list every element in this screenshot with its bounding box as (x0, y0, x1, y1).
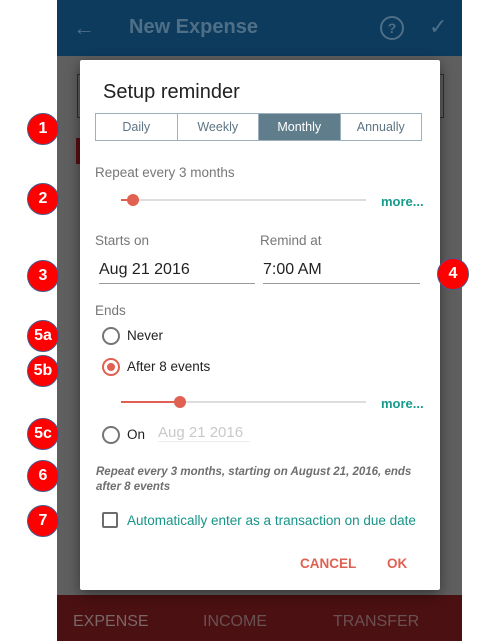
annotation-badge-5c: 5c (27, 418, 59, 450)
repeat-more-link[interactable]: more... (381, 194, 424, 209)
back-arrow-icon[interactable]: ← (73, 14, 95, 42)
events-slider[interactable] (121, 396, 366, 408)
ends-on-date-field: Aug 21 2016 (158, 424, 250, 442)
frequency-annually[interactable]: Annually (341, 114, 422, 140)
annotation-badge-3: 3 (27, 260, 59, 292)
ends-after-label: After 8 events (127, 359, 211, 374)
ends-after-radio[interactable] (102, 358, 120, 376)
repeat-slider-thumb[interactable] (127, 194, 140, 206)
starts-on-field[interactable]: Aug 21 2016 (99, 261, 255, 284)
ends-never-label: Never (127, 328, 164, 343)
ends-on-label: On (127, 427, 146, 442)
annotation-badge-6: 6 (27, 460, 59, 492)
ok-button[interactable]: OK (387, 556, 407, 571)
auto-enter-checkbox[interactable] (102, 512, 118, 528)
dialog-title: Setup reminder (103, 81, 240, 103)
ends-label: Ends (95, 303, 126, 318)
annotation-badge-4: 4 (437, 258, 469, 290)
tab-transfer[interactable]: TRANSFER (333, 613, 419, 631)
ends-never-radio[interactable] (102, 327, 120, 345)
app-title: New Expense (129, 16, 258, 38)
annotation-badge-5b: 5b (27, 355, 59, 387)
annotation-badge-1: 1 (27, 113, 59, 145)
events-slider-fill (121, 401, 180, 403)
reminder-summary: Repeat every 3 months, starting on Augus… (96, 466, 412, 493)
annotation-badge-5a: 5a (27, 320, 59, 352)
bottom-tab-bar: EXPENSE INCOME TRANSFER (57, 595, 462, 641)
help-icon[interactable]: ? (380, 16, 404, 40)
cancel-button[interactable]: CANCEL (300, 556, 356, 571)
ends-on-radio[interactable] (102, 426, 120, 444)
starts-on-label: Starts on (95, 233, 150, 248)
setup-reminder-dialog: Setup reminder Daily Weekly Monthly Annu… (80, 60, 440, 590)
annotation-badge-7: 7 (27, 505, 59, 537)
remind-at-field[interactable]: 7:00 AM (263, 261, 420, 284)
remind-at-label: Remind at (260, 233, 322, 248)
tab-expense[interactable]: EXPENSE (73, 613, 149, 631)
app-bar: ← New Expense ? ✓ (57, 0, 462, 56)
events-more-link[interactable]: more... (381, 396, 424, 411)
frequency-monthly[interactable]: Monthly (259, 114, 341, 140)
auto-enter-label[interactable]: Automatically enter as a transaction on … (127, 513, 416, 528)
repeat-label: Repeat every 3 months (95, 165, 235, 180)
frequency-segmented-control: Daily Weekly Monthly Annually (95, 113, 422, 141)
frequency-weekly[interactable]: Weekly (178, 114, 259, 140)
confirm-check-icon[interactable]: ✓ (429, 14, 447, 40)
frequency-daily[interactable]: Daily (96, 114, 178, 140)
events-slider-thumb[interactable] (173, 396, 186, 408)
repeat-slider[interactable] (121, 194, 366, 206)
annotation-badge-2: 2 (27, 183, 59, 215)
tab-income[interactable]: INCOME (203, 613, 267, 631)
